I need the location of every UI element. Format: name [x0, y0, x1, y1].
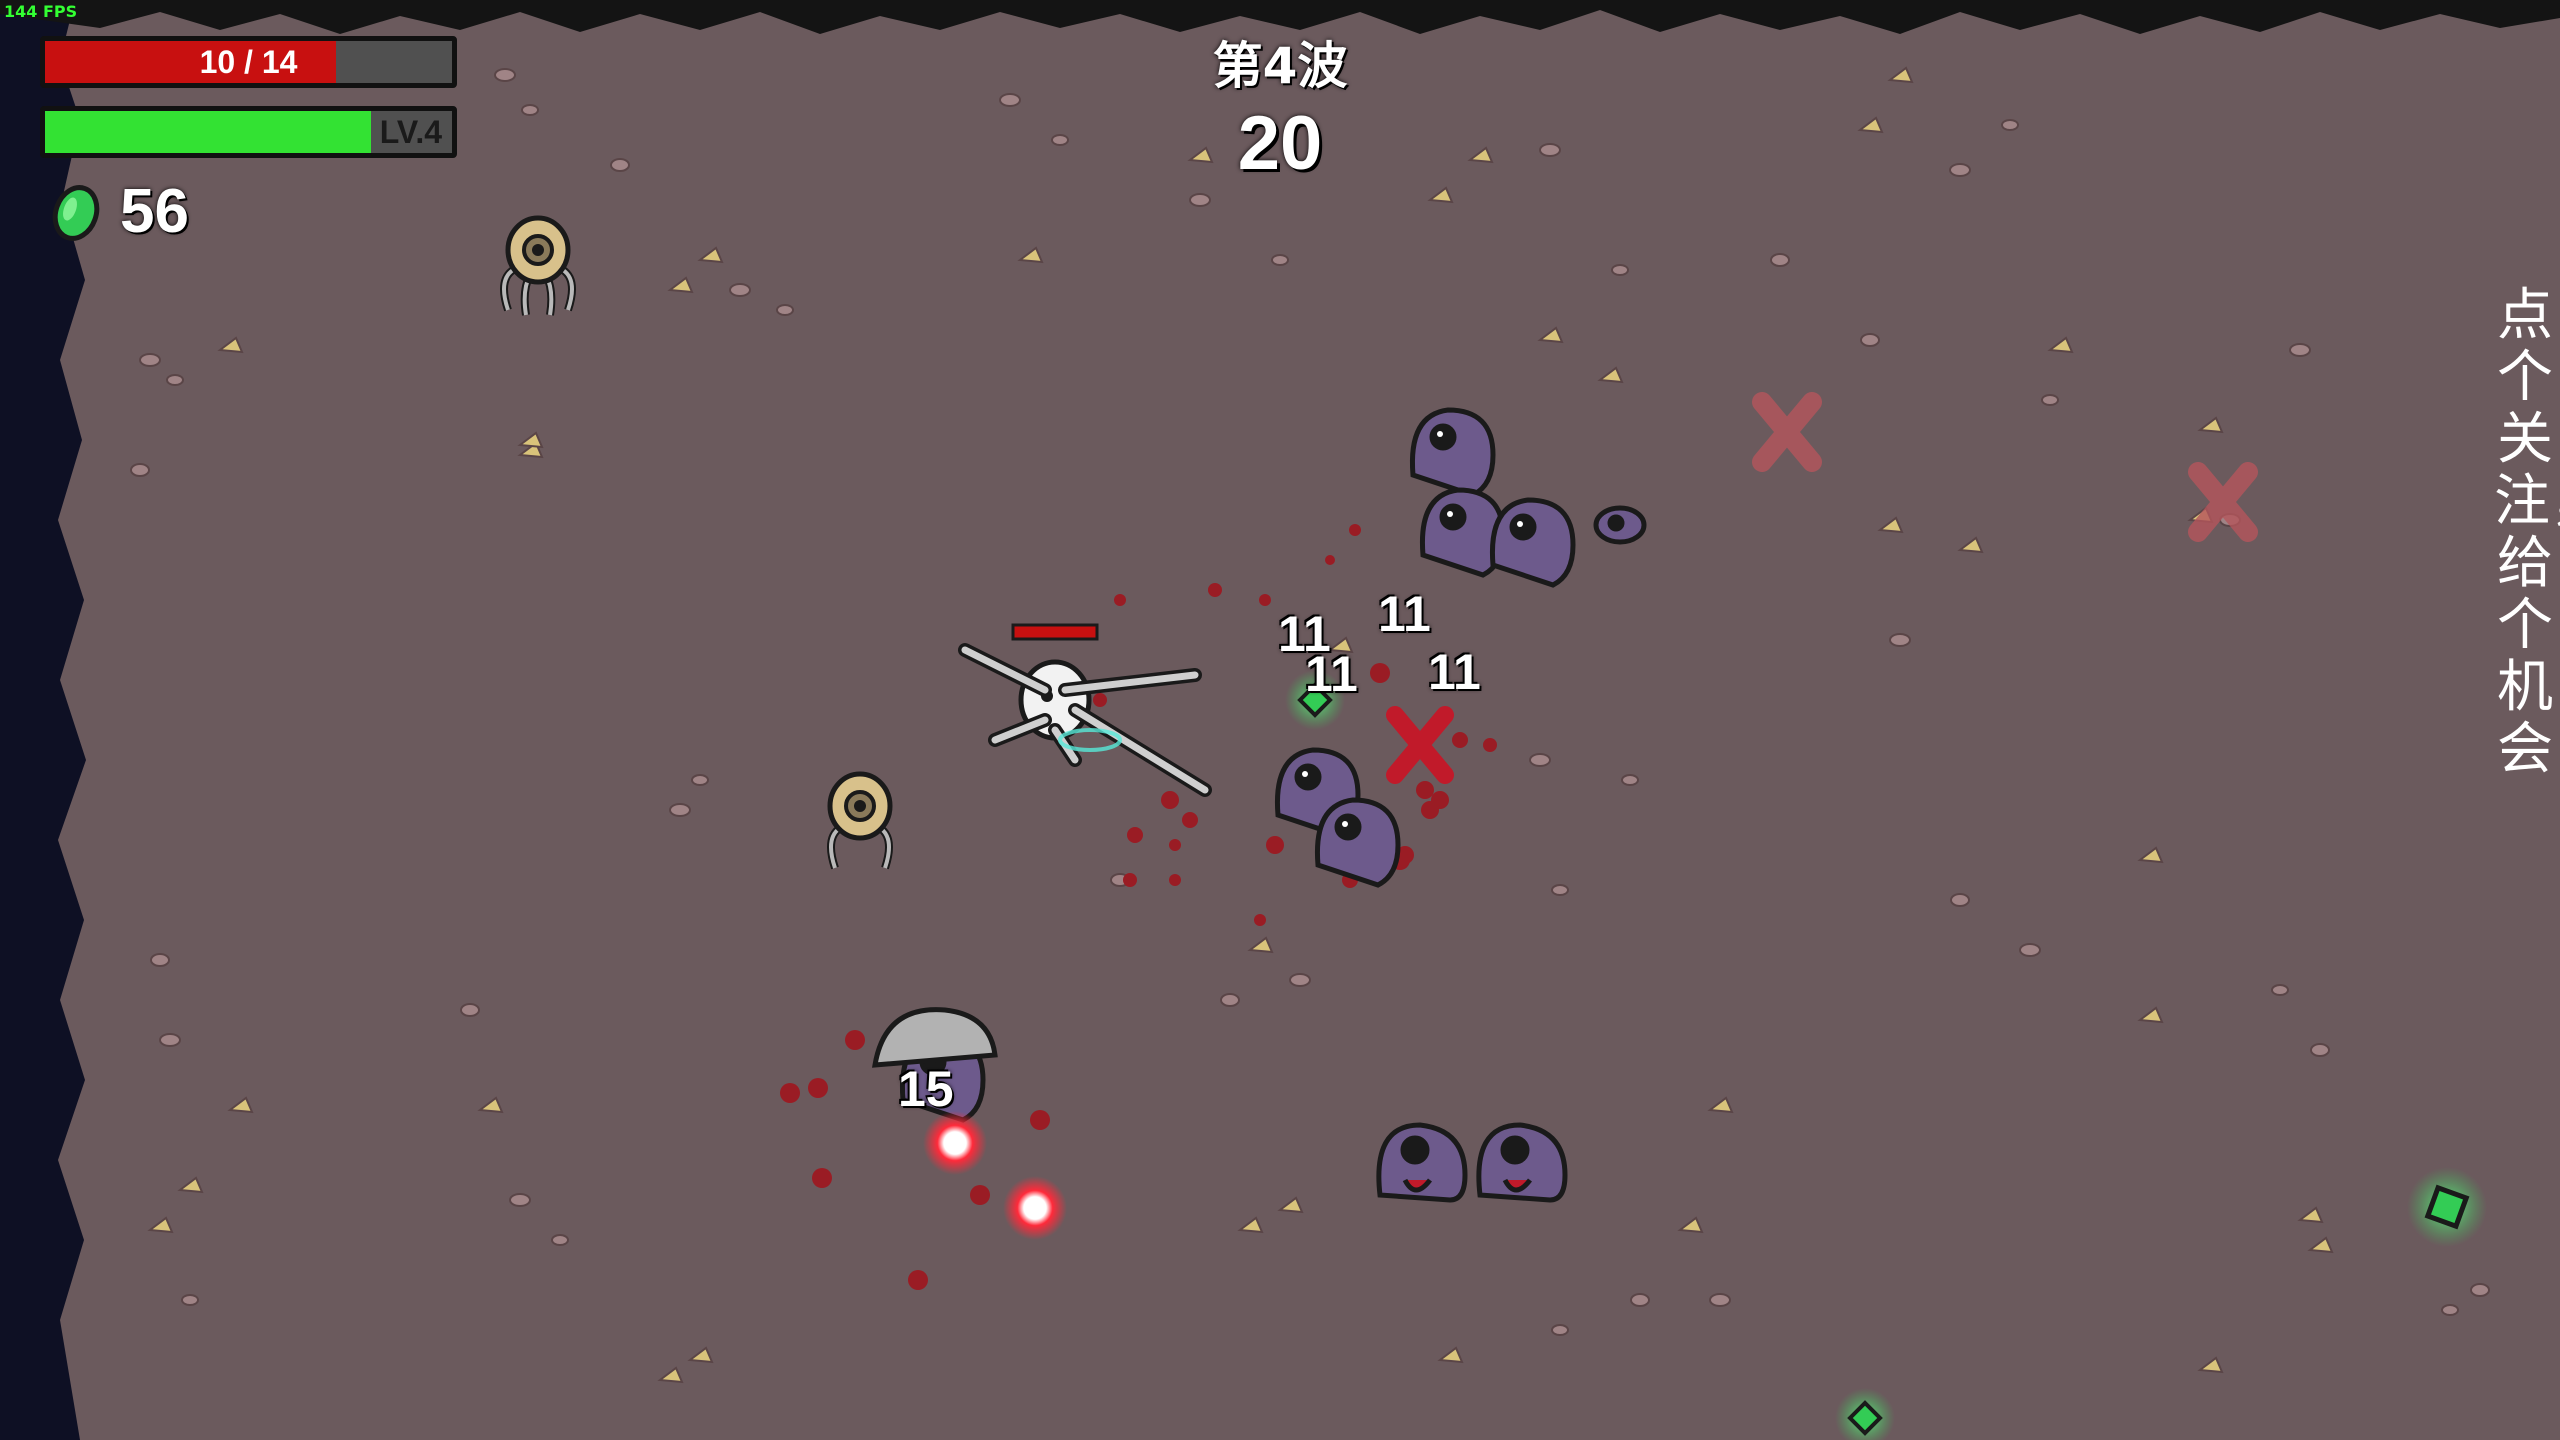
wave-timer: 20	[1237, 101, 1323, 186]
wave-label: 第4波	[1212, 37, 1348, 95]
player-health-bar	[1011, 623, 1099, 641]
alien-charger	[1376, 1122, 1468, 1203]
alien-charger	[1476, 1122, 1568, 1203]
level-text: LV.4	[379, 114, 442, 150]
damage-number: 11	[1428, 644, 1481, 700]
materials-count: 56	[120, 177, 189, 246]
health-bar: 10 / 14	[40, 36, 457, 88]
experience-bar: LV.4	[40, 106, 457, 158]
damage-number: 11	[1305, 646, 1358, 702]
side-caption: 点个关注，给个机会	[2494, 283, 2560, 782]
ground	[0, 0, 2560, 1440]
health-text: 10 / 14	[199, 44, 298, 80]
damage-number: 11	[1378, 586, 1431, 642]
alien-baby	[1593, 505, 1647, 545]
fps-counter: 144 FPS	[4, 2, 78, 21]
game-viewport: 144 FPS 10 / 14 LV.4 56 第4波 20 11 11 11 …	[0, 0, 2560, 1440]
arena	[0, 0, 2560, 1440]
material-gem-icon	[48, 185, 104, 245]
damage-number: 15	[898, 1061, 954, 1117]
